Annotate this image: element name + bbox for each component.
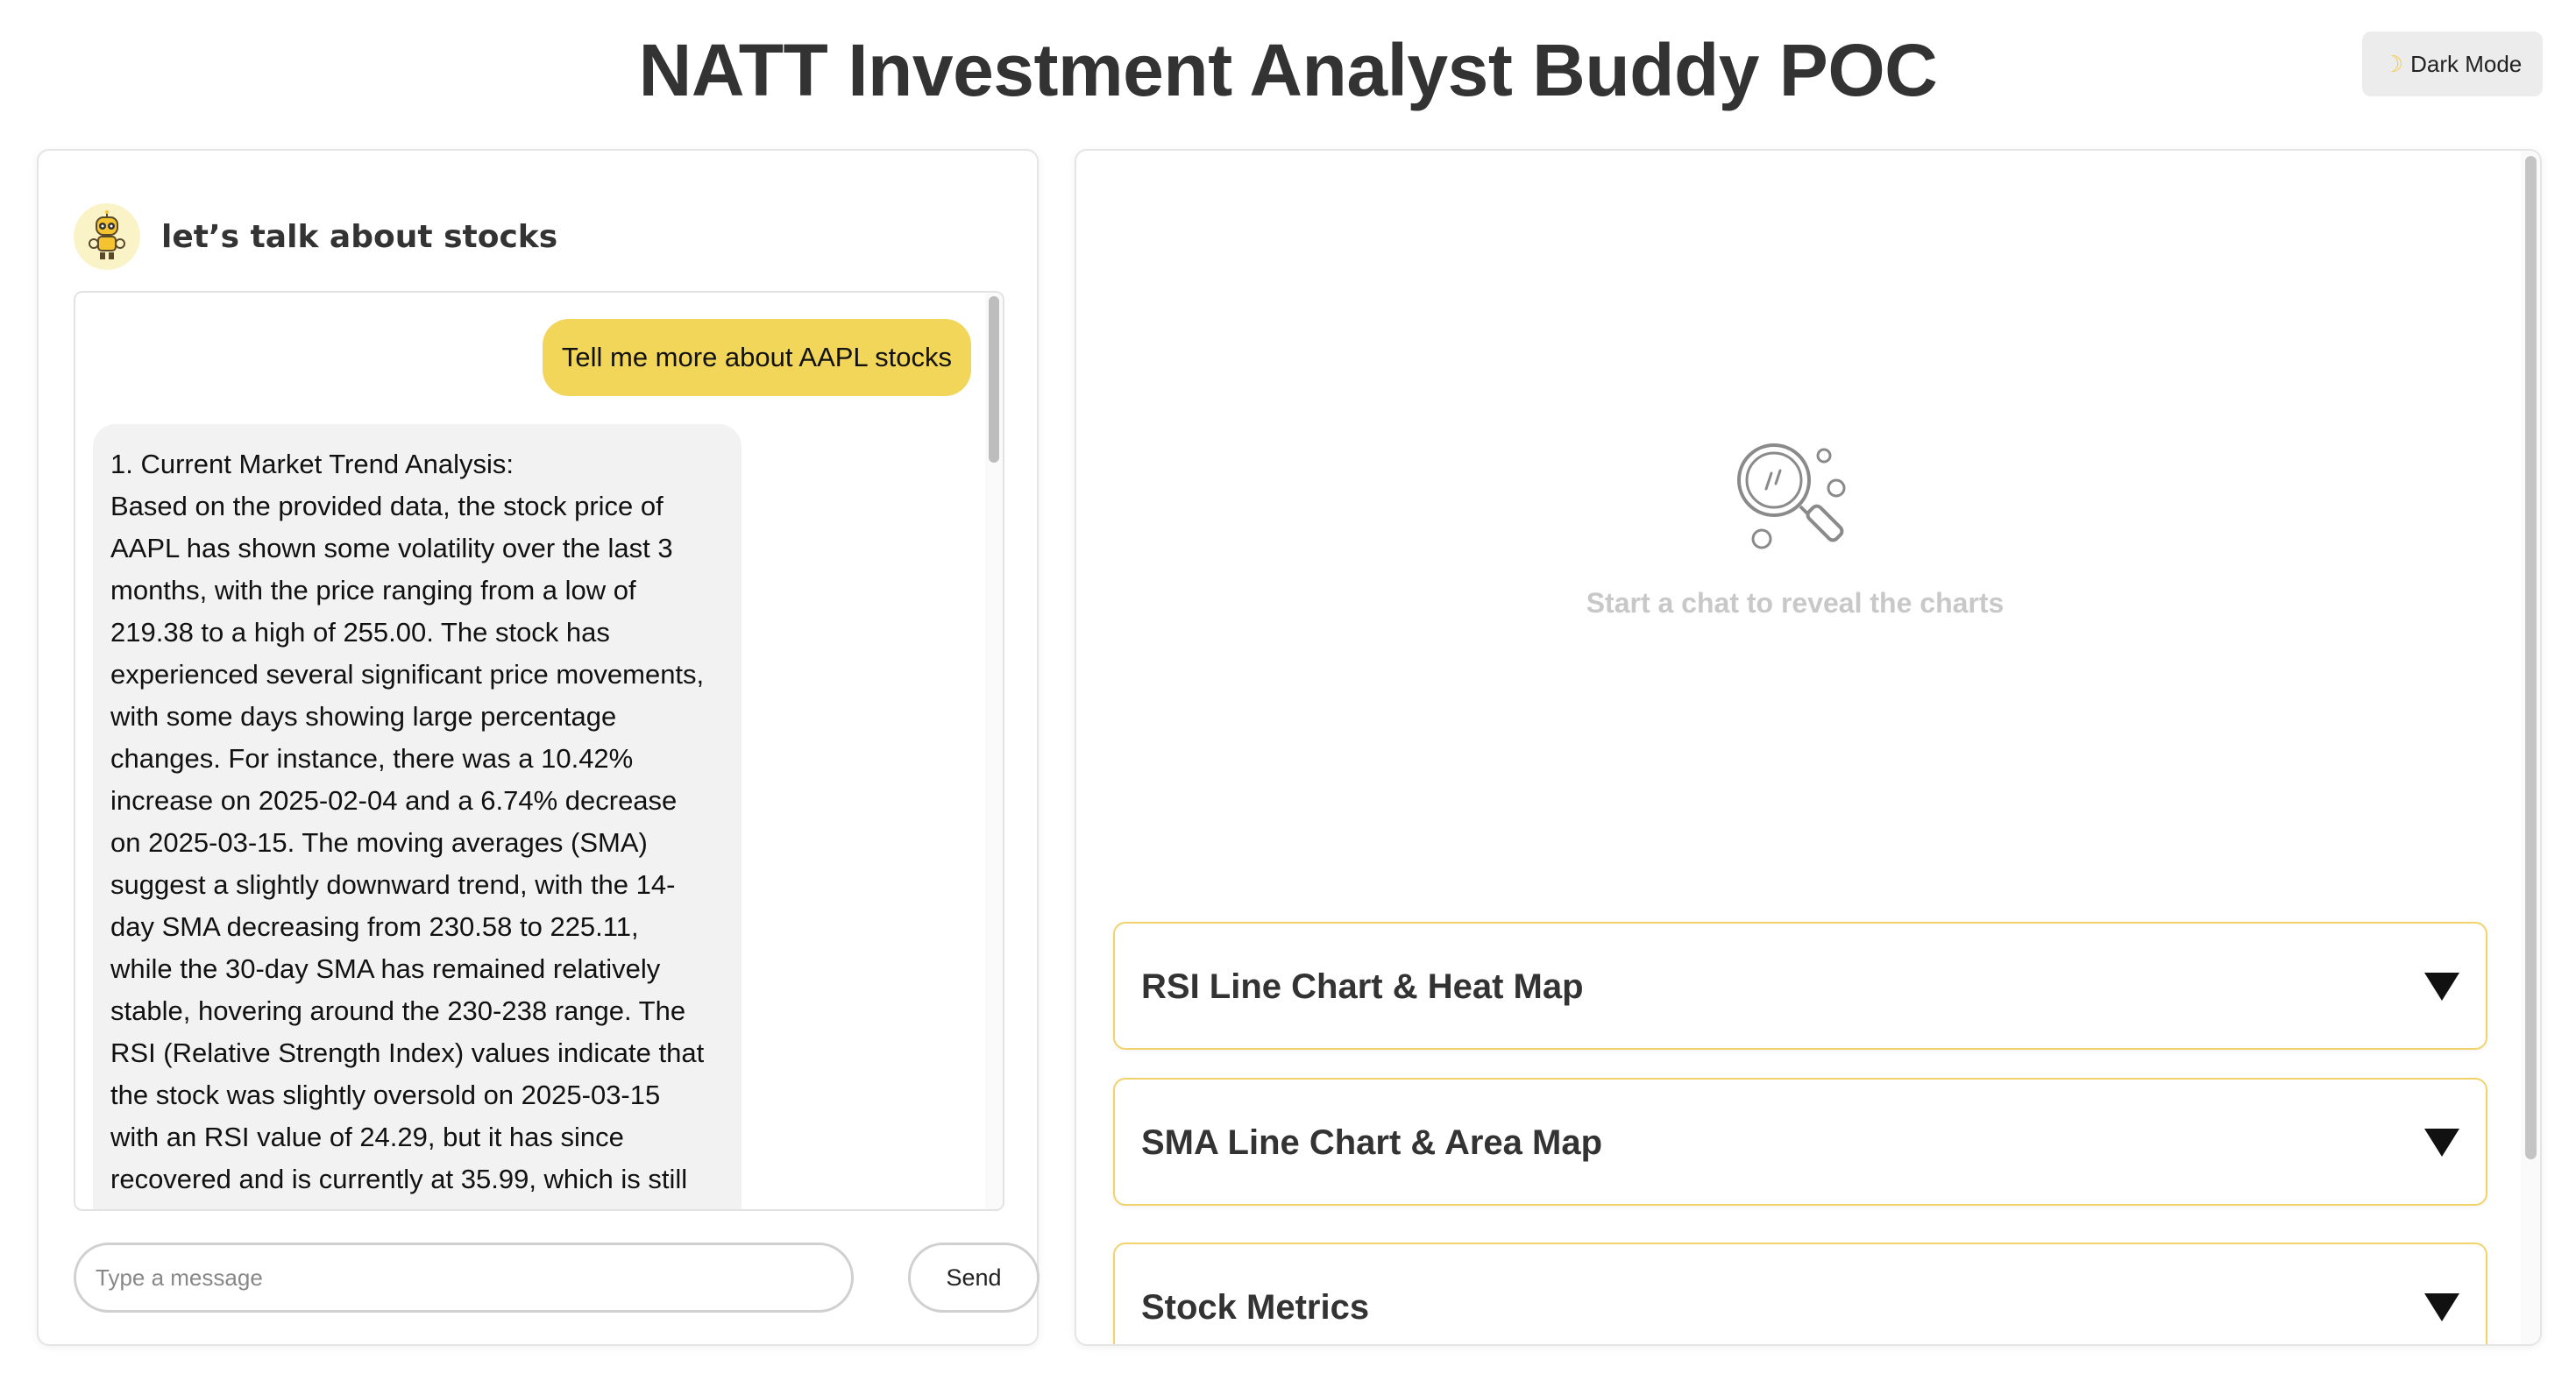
bot-message-line: 219.38 to a high of 255.00. The stock ha… (110, 617, 610, 648)
charts-scrollbar[interactable] (2521, 151, 2540, 1344)
caret-down-icon (2424, 973, 2459, 1001)
message-input-row: Send (74, 1243, 1040, 1313)
bot-message-line: day SMA decreasing from 230.58 to 225.11… (110, 911, 639, 942)
bot-message-line: changes. For instance, there was a 10.42… (110, 743, 634, 774)
accordion-title: Stock Metrics (1141, 1288, 1370, 1327)
page-title: NATT Investment Analyst Buddy POC (638, 29, 1938, 111)
bot-message-line: months, with the price ranging from a lo… (110, 575, 636, 605)
accordion-rsi[interactable]: RSI Line Chart & Heat Map (1113, 922, 2487, 1050)
caret-down-icon (2424, 1293, 2459, 1321)
chat-panel: let’s talk about stocks Tell me more abo… (37, 149, 1040, 1346)
bot-message-line: RSI (Relative Strength Index) values ind… (110, 1037, 705, 1068)
accordion-sma[interactable]: SMA Line Chart & Area Map (1113, 1078, 2487, 1206)
bot-message-line: with an RSI value of 24.29, but it has s… (110, 1122, 624, 1152)
bot-message-line: stable, hovering around the 230-238 rang… (110, 995, 686, 1026)
dark-mode-toggle[interactable]: ☽ Dark Mode (2362, 32, 2543, 96)
user-message: Tell me more about AAPL stocks (542, 319, 971, 396)
dark-mode-label: Dark Mode (2410, 50, 2523, 77)
bot-message-line: on 2025-03-15. The moving averages (SMA) (110, 827, 648, 858)
bot-message-line: 1. Current Market Trend Analysis: (110, 449, 514, 479)
bot-message-line: AAPL has shown some volatility over the … (110, 533, 673, 563)
send-button[interactable]: Send (908, 1243, 1040, 1313)
app-header: NATT Investment Analyst Buddy POC ☽ Dark… (0, 0, 2576, 145)
moon-icon: ☽ (2382, 50, 2404, 77)
chat-scrollbar-thumb[interactable] (989, 296, 999, 463)
chat-scrollbar[interactable] (985, 293, 1003, 1209)
accordion-title: SMA Line Chart & Area Map (1141, 1123, 1602, 1162)
charts-panel: Start a chat to reveal the charts RSI Li… (1075, 149, 2542, 1346)
bot-message-line: with some days showing large percentage (110, 701, 617, 732)
robot-icon (74, 203, 140, 270)
bot-message-line: experienced several significant price mo… (110, 659, 705, 690)
bot-message-line: Based on the provided data, the stock pr… (110, 491, 664, 521)
charts-empty-state: Start a chat to reveal the charts (1076, 431, 2514, 620)
charts-scrollbar-thumb[interactable] (2525, 156, 2537, 1159)
charts-empty-text: Start a chat to reveal the charts (1586, 587, 2005, 619)
bot-message-line: recovered and is currently at 35.99, whi… (110, 1164, 688, 1194)
accordion-title: RSI Line Chart & Heat Map (1141, 967, 1584, 1006)
bot-message-line: while the 30-day SMA has remained relati… (110, 953, 661, 984)
bot-message-line: the stock was slightly oversold on 2025-… (110, 1080, 661, 1110)
bot-message-line: suggest a slightly downward trend, with … (110, 869, 676, 900)
chat-title: let’s talk about stocks (161, 218, 558, 255)
accordion-stock-metrics[interactable]: Stock Metrics (1113, 1243, 2487, 1344)
search-magnifier-icon (1737, 443, 1846, 549)
caret-down-icon (2424, 1129, 2459, 1157)
message-input[interactable] (74, 1243, 854, 1313)
message-list[interactable]: Tell me more about AAPL stocks 1. Curren… (74, 291, 1004, 1211)
chat-header: let’s talk about stocks (74, 203, 557, 270)
bot-message: 1. Current Market Trend Analysis: Based … (93, 424, 742, 1209)
bot-message-line: increase on 2025-02-04 and a 6.74% decre… (110, 785, 678, 816)
